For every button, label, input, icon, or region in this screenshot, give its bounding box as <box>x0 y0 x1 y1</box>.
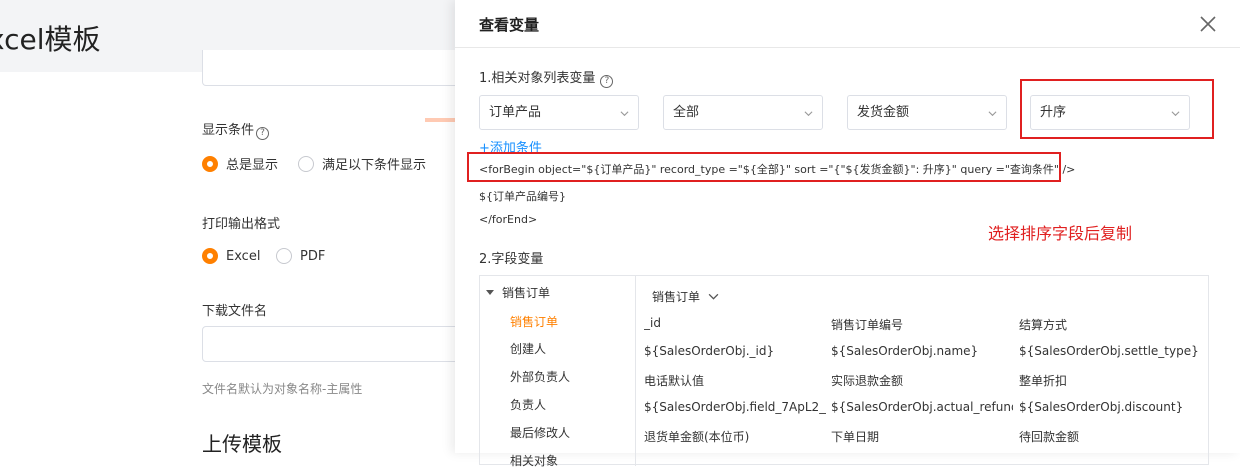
tree-item-creator[interactable]: 创建人 <box>510 340 546 357</box>
help-icon[interactable]: ? <box>256 127 270 140</box>
tree-item-related[interactable]: 相关对象 <box>510 452 558 469</box>
field-label: 整单折扣 <box>1019 374 1068 388</box>
radio-pdf[interactable]: PDF <box>276 248 325 264</box>
download-filename-label: 下载文件名 <box>202 304 268 319</box>
field-label: 退货单金额(本位币) <box>644 430 750 444</box>
field-label: 结算方式 <box>1019 318 1068 332</box>
field-variable[interactable]: ${SalesOrderObj.discount} <box>1019 400 1201 414</box>
highlight-sort-order-box <box>1020 79 1214 139</box>
filename-input[interactable] <box>202 326 462 362</box>
print-format-label: 打印输出格式 <box>202 217 281 232</box>
field-label: 待回款金额 <box>1019 430 1080 444</box>
radio-conditional-show[interactable]: 满足以下条件显示 <box>298 154 426 173</box>
grid-object-dropdown[interactable]: 销售订单 <box>652 288 719 305</box>
field-label: 销售订单编号 <box>831 318 904 332</box>
view-variables-dialog: 查看变量 1.相关对象列表变量? 订单产品 全部 发货金额 升序 +添加条件 <… <box>455 0 1240 468</box>
filename-hint: 文件名默认为对象名称-主属性 <box>202 382 363 396</box>
field-grid: 销售订单 _id 销售订单编号 结算方式 ${SalesOrderObj._id… <box>636 276 1210 466</box>
code-line-forend[interactable]: </forEnd> <box>479 213 537 226</box>
annotation-text: 选择排序字段后复制 <box>988 224 1133 243</box>
tree-item-owner[interactable]: 负责人 <box>510 396 546 413</box>
field-label: 下单日期 <box>831 430 880 444</box>
chevron-down-icon <box>988 111 997 117</box>
radio-unchecked-icon <box>276 248 292 264</box>
close-icon[interactable] <box>1197 13 1219 35</box>
tree-item-external-owner[interactable]: 外部负责人 <box>510 368 570 385</box>
chevron-down-icon <box>620 111 629 117</box>
record-type-select[interactable]: 全部 <box>663 95 823 130</box>
field-label: 实际退款金额 <box>831 374 904 388</box>
object-select[interactable]: 订单产品 <box>479 95 639 130</box>
field-variable[interactable]: ${SalesOrderObj.name} <box>831 344 1013 358</box>
section1-title: 1.相关对象列表变量? <box>479 67 614 88</box>
radio-always-show[interactable]: 总是显示 <box>202 154 278 173</box>
caret-down-icon <box>486 290 494 295</box>
upload-template-heading: 上传模板 <box>202 432 282 453</box>
radio-checked-icon <box>202 155 218 172</box>
tree-item-sales-order[interactable]: 销售订单 <box>510 313 558 330</box>
code-line-variable[interactable]: ${订单产品编号} <box>479 188 566 204</box>
sort-field-select[interactable]: 发货金额 <box>847 95 1007 130</box>
chevron-down-icon <box>804 111 813 117</box>
field-variables-panel: 销售订单 销售订单 创建人 外部负责人 负责人 最后修改人 相关对象 销售订单 … <box>479 275 1210 469</box>
field-variable[interactable]: ${SalesOrderObj.settle_type} <box>1019 344 1201 358</box>
radio-checked-icon <box>202 248 218 264</box>
page-title: xcel模板 <box>0 23 101 56</box>
section2-title: 2.字段变量 <box>479 252 544 267</box>
field-variable[interactable]: ${SalesOrderObj.field_7ApL2__c} <box>644 400 826 414</box>
field-variable[interactable]: ${SalesOrderObj._id} <box>644 344 826 358</box>
field-label: _id <box>644 316 661 330</box>
display-condition-label: 显示条件? <box>202 119 270 140</box>
field-variable[interactable]: ${SalesOrderObj.actual_refunde... <box>831 400 1013 414</box>
code-line-forbegin[interactable]: <forBegin object="${订单产品}" record_type =… <box>479 161 1075 177</box>
name-input[interactable] <box>202 50 487 122</box>
radio-unchecked-icon <box>298 155 314 172</box>
object-tree: 销售订单 销售订单 创建人 外部负责人 负责人 最后修改人 相关对象 <box>480 276 636 469</box>
dialog-title: 查看变量 <box>479 16 540 34</box>
help-icon[interactable]: ? <box>600 75 614 88</box>
dialog-header: 查看变量 <box>455 0 1240 48</box>
radio-excel[interactable]: Excel <box>202 248 260 264</box>
field-label: 电话默认值 <box>644 374 705 388</box>
tree-root[interactable]: 销售订单 <box>486 284 550 301</box>
tree-item-last-modifier[interactable]: 最后修改人 <box>510 424 570 441</box>
chevron-down-icon <box>708 293 719 300</box>
